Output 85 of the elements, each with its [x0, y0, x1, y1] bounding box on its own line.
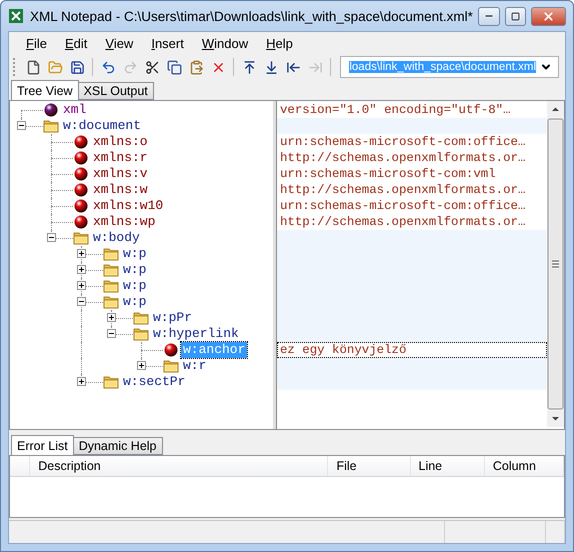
node-label[interactable]: w:p — [121, 262, 148, 278]
menu-item[interactable]: Help — [257, 34, 302, 52]
folder-icon — [163, 359, 179, 373]
expand-toggle[interactable] — [77, 249, 86, 258]
node-value: urn:schemas-microsoft-com:office… — [280, 135, 526, 149]
scrollbar[interactable] — [547, 101, 564, 427]
sphere-icon — [73, 167, 89, 181]
node-label[interactable]: xmlns:w — [91, 182, 150, 198]
expand-toggle[interactable] — [47, 233, 56, 242]
folder-icon — [73, 231, 89, 245]
node-label[interactable]: w:hyperlink — [151, 326, 241, 342]
expand-toggle[interactable] — [137, 361, 146, 370]
folder-icon — [103, 295, 119, 309]
sphere-icon — [73, 183, 89, 197]
plus-icon — [78, 378, 85, 385]
expand-toggle[interactable] — [17, 121, 26, 130]
menu-item[interactable]: Window — [192, 34, 258, 52]
menu-item[interactable]: File — [17, 34, 56, 52]
folder-icon — [133, 311, 149, 325]
node-value: ez egy könyvjelző — [280, 343, 406, 357]
node-label[interactable]: w:sectPr — [121, 374, 188, 390]
node-value: version="1.0" encoding="utf-8"… — [280, 103, 511, 117]
node-label[interactable]: w:body — [91, 230, 142, 246]
folder-icon — [103, 375, 119, 389]
node-value: http://schemas.openxmlformats.or… — [280, 183, 526, 197]
node-value: http://schemas.openxmlformats.or… — [280, 151, 526, 165]
tab[interactable]: XSL Output — [78, 82, 154, 100]
node-label[interactable]: w:pPr — [151, 310, 194, 326]
sphere-icon — [73, 151, 89, 165]
folder-icon — [103, 247, 119, 261]
node-label[interactable]: w:p — [121, 278, 148, 294]
sphere-icon — [163, 343, 179, 357]
column-header[interactable]: Line — [410, 456, 485, 476]
folder-icon — [133, 327, 149, 341]
tab[interactable]: Dynamic Help — [72, 437, 163, 455]
node-label[interactable]: xmlns:wp — [91, 214, 158, 230]
expand-toggle[interactable] — [77, 281, 86, 290]
plus-icon — [78, 266, 85, 273]
minus-icon — [78, 298, 85, 305]
node-label[interactable]: w:document — [61, 118, 144, 134]
node-label[interactable]: xmlns:r — [91, 150, 150, 166]
node-value: urn:schemas-microsoft-com:office… — [280, 199, 526, 213]
sphere-icon — [43, 103, 59, 117]
sphere-icon — [73, 199, 89, 213]
node-label[interactable]: xmlns:w10 — [91, 198, 166, 214]
expand-toggle[interactable] — [77, 265, 86, 274]
expand-toggle[interactable] — [107, 329, 116, 338]
node-label[interactable]: xmlns:o — [91, 134, 150, 150]
window-title: XML Notepad - C:\Users\timar\Downloads\link_with_space\document.xml* — [30, 8, 473, 24]
close-button[interactable] — [531, 6, 566, 26]
app-icon — [8, 8, 24, 24]
maximize-icon — [510, 12, 520, 20]
sphere-icon — [73, 135, 89, 149]
tab[interactable]: Tree View — [11, 80, 79, 100]
folder-icon — [43, 119, 59, 133]
minus-icon — [108, 330, 115, 337]
sphere-icon — [73, 215, 89, 229]
close-icon — [542, 10, 556, 22]
plus-icon — [138, 362, 145, 369]
minimize-button[interactable] — [478, 6, 500, 26]
plus-icon — [108, 314, 115, 321]
expand-toggle[interactable] — [77, 297, 86, 306]
column-header[interactable]: Column — [484, 456, 564, 476]
minus-icon — [48, 234, 55, 241]
node-value: http://schemas.openxmlformats.or… — [280, 215, 526, 229]
menu-item[interactable]: Insert — [142, 34, 193, 52]
minus-icon — [18, 122, 25, 129]
column-header[interactable]: File — [328, 456, 410, 476]
node-label[interactable]: xml — [61, 102, 88, 118]
folder-icon — [103, 279, 119, 293]
node-value: urn:schemas-microsoft-com:vml — [280, 167, 496, 181]
tab[interactable]: Error List — [11, 435, 74, 455]
menu-item[interactable]: Edit — [56, 34, 96, 52]
expand-toggle[interactable] — [77, 377, 86, 386]
node-label[interactable]: w:p — [121, 294, 148, 310]
column-header[interactable]: Description — [30, 456, 328, 476]
node-label[interactable]: xmlns:v — [91, 166, 150, 182]
folder-icon — [103, 263, 119, 277]
maximize-button[interactable] — [504, 6, 526, 26]
expand-toggle[interactable] — [107, 313, 116, 322]
plus-icon — [78, 282, 85, 289]
node-label[interactable]: w:r — [181, 358, 208, 374]
node-label[interactable]: w:p — [121, 246, 148, 262]
menu-item[interactable]: View — [96, 34, 142, 52]
plus-icon — [78, 250, 85, 257]
